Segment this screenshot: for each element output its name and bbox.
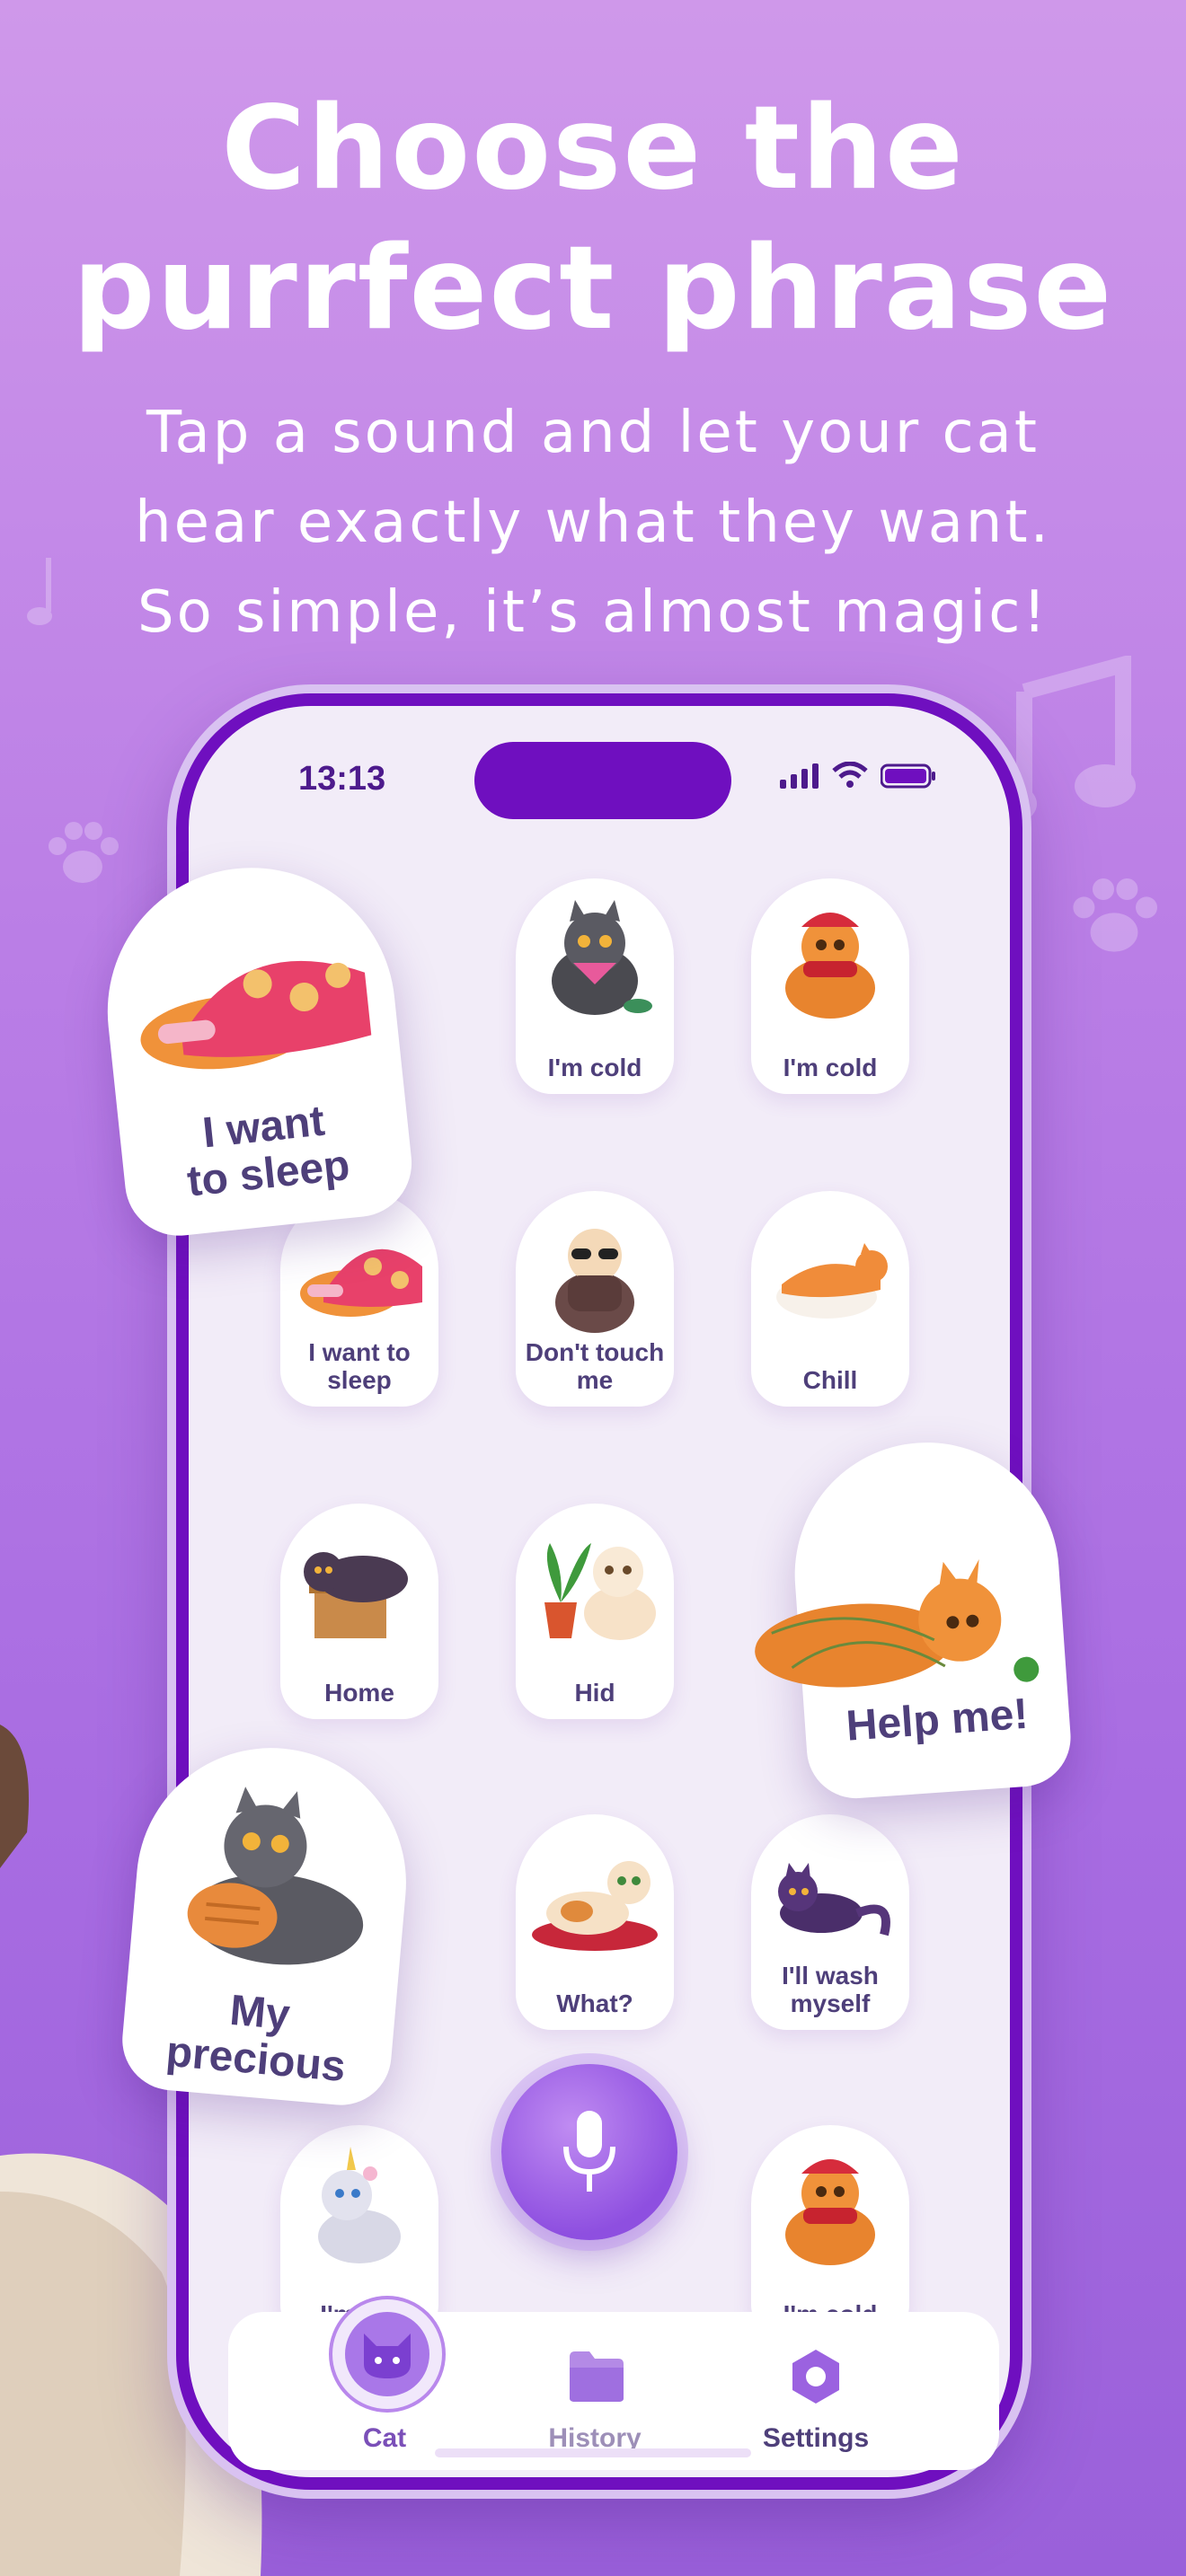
featured-card-help-me[interactable]: Help me! [755,1434,1075,1802]
cat-face-icon [364,2333,411,2378]
cat-bandana-icon [552,900,652,1015]
card-label: I'm cold [547,1054,642,1081]
card-label: I'm cold [783,1054,878,1081]
sound-card-ill-wash-myself[interactable]: I'll wash myself [751,1814,909,2030]
cat-wash-icon [778,1863,890,1936]
tab-cat[interactable]: Cat [295,2296,474,2470]
wifi-icon [832,762,868,788]
tab-bar: Cat History Settings [228,2296,999,2470]
sound-card-what[interactable]: What? [516,1814,674,2030]
card-label: Home [324,1679,394,1707]
folder-icon [570,2351,624,2402]
dynamic-island [474,742,731,819]
headline-line-2: purrfect phrase [72,222,1114,356]
paw-print-icon [49,822,119,883]
featured-card-my-precious[interactable]: My precious [118,1736,418,2110]
record-mic-button[interactable] [501,2064,677,2240]
cat-scarf-icon [785,895,875,1019]
subheadline-line-1: Tap a sound and let your cat [146,400,1040,466]
sound-card-dont-touch-me[interactable]: Don't touch me [516,1191,674,1407]
cat-unicorn-icon [318,2147,401,2263]
sound-card-chill[interactable]: Chill [751,1191,909,1407]
tab-cat-active-ring [329,2296,446,2413]
sound-card-im-cold-1[interactable]: I'm cold [516,878,674,1094]
signal-icon [780,763,819,789]
cat-plant-icon [544,1543,656,1640]
cat-scarf-icon [785,2141,875,2265]
tab-label: Settings [762,2423,870,2453]
cat-bread-icon [187,1786,364,1965]
cat-box-icon [304,1552,408,1638]
tab-history[interactable]: History [505,2312,685,2470]
paw-print-icon [1073,878,1157,952]
cat-sleep-icon [300,1248,422,1317]
sound-card-im-cold-3[interactable]: I'm cold [751,2125,909,2341]
featured-label: My precious [164,1986,348,2092]
cat-sunglasses-icon [555,1229,634,1333]
sound-card-im-cold-2[interactable]: I'm cold [751,878,909,1094]
subheadline: Tap a sound and let your cat hear exactl… [54,388,1132,657]
headline: Choose the purrfect phrase [0,79,1186,359]
subheadline-line-3: So simple, it’s almost magic! [137,579,1049,646]
card-label: I want to sleep [308,1338,411,1394]
card-label: Chill [802,1366,858,1394]
sound-card-hid[interactable]: Hid [516,1504,674,1719]
home-indicator [435,2448,751,2457]
microphone-icon [563,2111,615,2192]
sound-card-i-want-to-sleep[interactable]: I want to sleep [280,1191,438,1407]
featured-label: I want to sleep [184,1097,352,1206]
headline-line-1: Choose the [221,82,965,216]
status-time: 13:13 [298,760,386,798]
status-icons [780,762,936,789]
cat-cushion-icon [532,1861,658,1951]
sound-card-home[interactable]: Home [280,1504,438,1719]
cat-yarn-icon [755,1559,1040,1688]
battery-icon [881,763,935,789]
cat-sleep-icon [140,960,372,1070]
gear-icon [792,2350,839,2404]
card-label: Hid [574,1679,615,1707]
subheadline-line-2: hear exactly what they want. [135,490,1051,556]
card-label: Don't touch me [525,1338,665,1394]
cat-sushi-icon [776,1243,888,1319]
card-label: What? [556,1989,633,2017]
card-label: I'll wash myself [782,1962,879,2017]
tab-settings[interactable]: Settings [726,2312,906,2470]
